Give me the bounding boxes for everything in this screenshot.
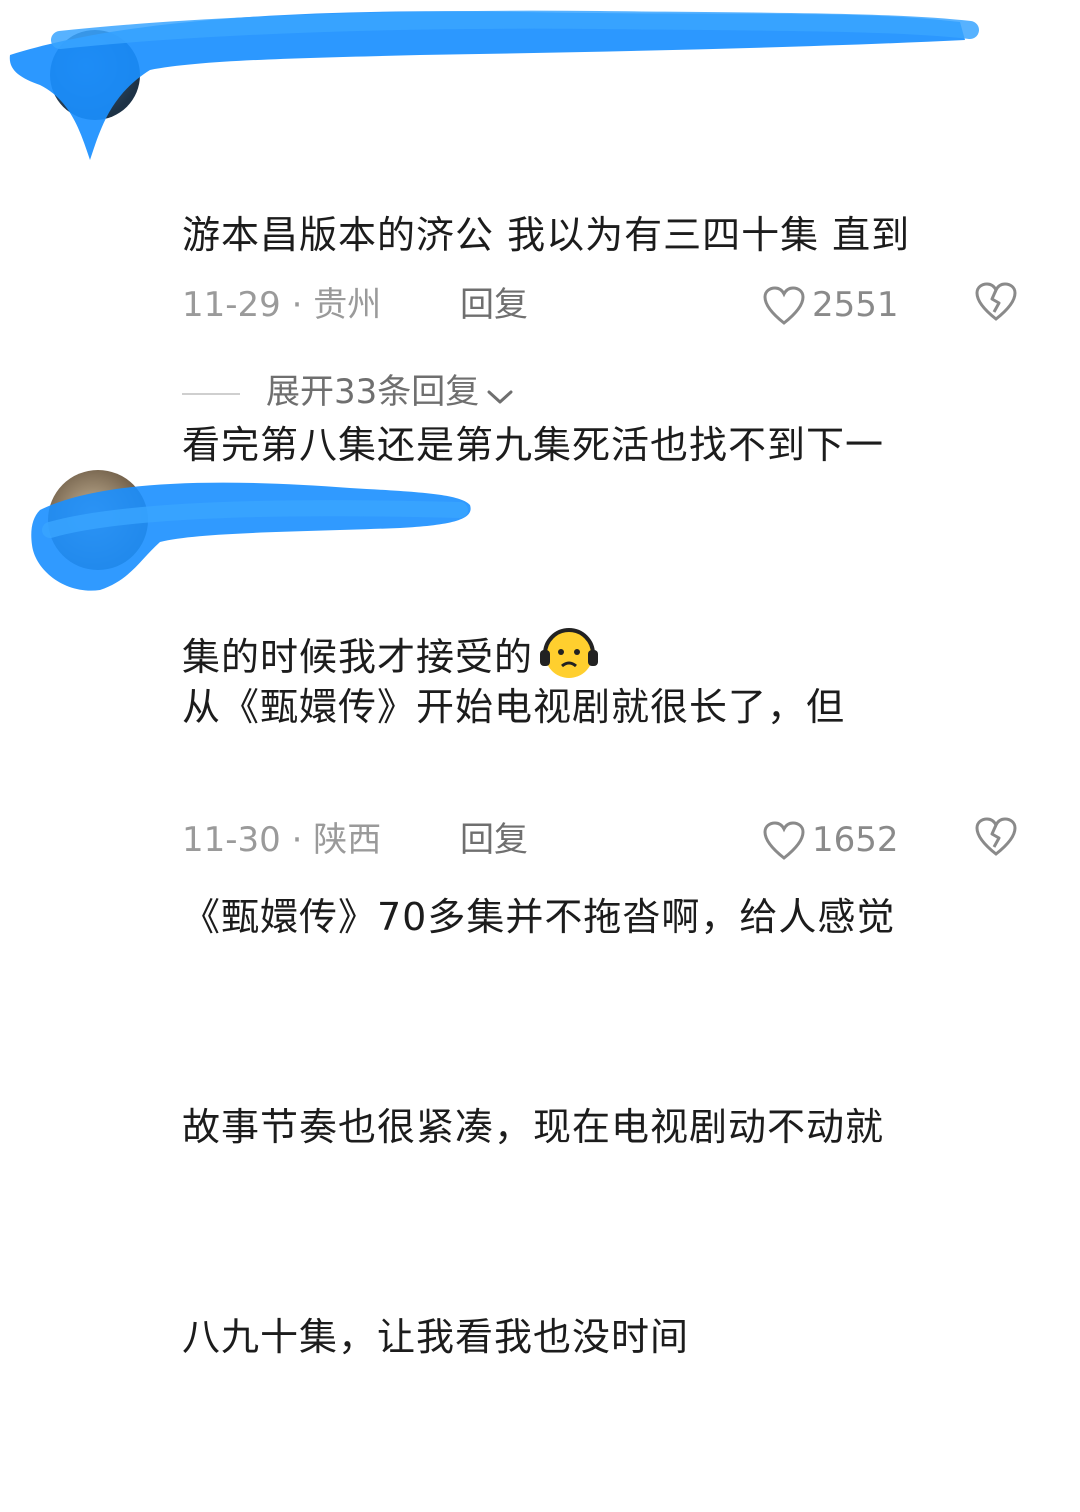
comment-1: 游本昌版本的济公 我以为有三四十集 直到 看完第八集还是第九集死活也找不到下一 …	[0, 0, 1080, 679]
comment-2: 从《甄嬛传》开始电视剧就很长了，但 《甄嬛传》70多集并不拖沓啊，给人感觉 故事…	[0, 440, 1080, 1359]
broken-heart-icon	[975, 282, 1017, 321]
comment-line: 《甄嬛传》70多集并不拖沓啊，给人感觉	[182, 895, 896, 939]
comment-text: 从《甄嬛传》开始电视剧就很长了，但 《甄嬛传》70多集并不拖沓啊，给人感觉 故事…	[182, 532, 895, 1512]
expand-divider	[182, 392, 240, 395]
meta-separator: ·	[291, 285, 303, 325]
comment-date: 11-30	[182, 820, 281, 860]
meta-separator: ·	[291, 820, 303, 860]
dislike-button[interactable]	[974, 282, 1018, 336]
comment-date-location: 11-30 · 陕西	[182, 815, 381, 865]
comment-line: 从《甄嬛传》开始电视剧就很长了，但	[182, 685, 846, 729]
heart-outline-icon	[763, 821, 805, 860]
broken-heart-icon	[975, 817, 1017, 856]
like-button[interactable]: 2551	[762, 280, 899, 330]
comment-line: 八九十集，让我看我也没时间	[182, 1315, 690, 1359]
reply-button[interactable]: 回复	[460, 280, 528, 330]
dislike-button[interactable]	[974, 817, 1018, 871]
comment-location: 贵州	[313, 285, 382, 325]
like-count: 1652	[812, 820, 899, 860]
comment-meta: 11-29 · 贵州 回复 2551	[182, 280, 1042, 330]
like-button[interactable]: 1652	[762, 815, 899, 865]
comment-meta: 11-30 · 陕西 回复 1652	[182, 815, 1042, 865]
comment-line: 故事节奏也很紧凑，现在电视剧动不动就	[182, 1105, 885, 1149]
expand-replies-label: 展开33条回复	[266, 372, 480, 412]
comment-location: 陕西	[313, 820, 382, 860]
reply-button[interactable]: 回复	[460, 815, 528, 865]
like-count: 2551	[812, 285, 899, 325]
expand-replies-button[interactable]: 展开33条回复	[182, 362, 515, 422]
chevron-down-icon	[487, 390, 513, 404]
heart-outline-icon	[763, 286, 805, 325]
comment-date-location: 11-29 · 贵州	[182, 280, 381, 330]
comment-date: 11-29	[182, 285, 281, 325]
comment-line: 游本昌版本的济公 我以为有三四十集 直到	[182, 213, 911, 257]
